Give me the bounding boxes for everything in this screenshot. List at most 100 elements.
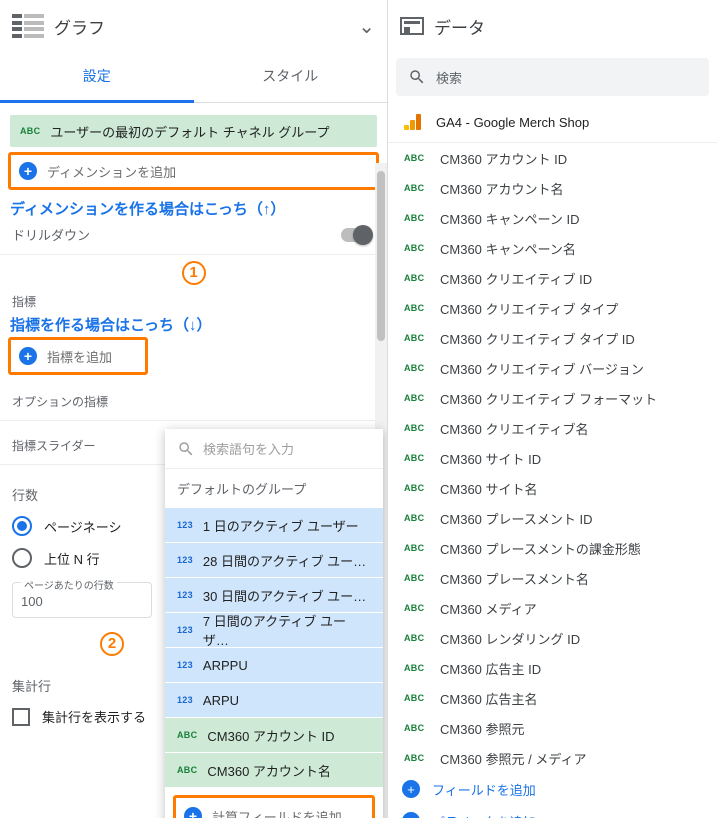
- popup-option[interactable]: 123 30 日間のアクティブ ユー…: [165, 578, 383, 612]
- field-row[interactable]: ABC CM360 クリエイティブ タイプ ID: [388, 323, 717, 353]
- popup-search[interactable]: 検索語句を入力: [165, 429, 383, 469]
- popup-option-label: 7 日間のアクティブ ユーザ…: [203, 611, 371, 649]
- field-name: CM360 クリエイティブ バージョン: [440, 359, 644, 378]
- field-row[interactable]: ABCCM360 キャンペーン名: [388, 233, 717, 263]
- add-calc-field-label: 計算フィールドを追加: [212, 807, 342, 818]
- field-name: CM360 クリエイティブ タイプ ID: [440, 329, 635, 348]
- abc-type-icon: ABC: [404, 153, 430, 163]
- field-row[interactable]: ABCCM360 クリエイティブ ID: [388, 263, 717, 293]
- field-row[interactable]: ABC CM360 プレースメントの課金形態: [388, 533, 717, 563]
- annotation-dimension: ディメンションを作る場合はこっち（↑）: [0, 190, 387, 221]
- popup-option[interactable]: 1237 日間のアクティブ ユーザ…: [165, 613, 383, 647]
- add-field-button[interactable]: +フィールドを追加: [388, 773, 717, 805]
- field-row[interactable]: ABC CM360 キャンペーン ID: [388, 203, 717, 233]
- field-name: CM360 サイト ID: [440, 449, 541, 468]
- datasource-name: GA4 - Google Merch Shop: [436, 115, 589, 130]
- tab-style[interactable]: スタイル: [194, 52, 388, 102]
- data-panel-header: データ: [388, 0, 717, 52]
- field-row[interactable]: ABCCM360 プレースメント名: [388, 563, 717, 593]
- field-row[interactable]: ABC CM360 サイト ID: [388, 443, 717, 473]
- data-search-placeholder: 検索: [436, 68, 462, 87]
- search-icon: [408, 68, 426, 86]
- rows-per-page-field[interactable]: ページあたりの行数 100: [12, 582, 152, 618]
- abc-type-icon: ABC: [404, 543, 430, 553]
- field-row[interactable]: ABCCM360 クリエイティブ タイプ: [388, 293, 717, 323]
- chevron-down-icon[interactable]: ⌄: [358, 14, 375, 39]
- radio-selected-icon: [12, 516, 32, 536]
- abc-type-icon: ABC: [404, 243, 430, 253]
- abc-type-icon: ABC: [177, 730, 197, 740]
- field-row[interactable]: ABCCM360 サイト名: [388, 473, 717, 503]
- field-row[interactable]: ABCCM360 参照元 / メディア: [388, 743, 717, 773]
- plus-icon: +: [19, 347, 37, 365]
- popup-option[interactable]: ABCCM360 アカウント ID: [165, 718, 383, 752]
- number-type-icon: 123: [177, 590, 193, 600]
- add-calc-field-button[interactable]: + 計算フィールドを追加: [176, 798, 372, 818]
- add-metric-button[interactable]: + 指標を追加: [11, 340, 145, 372]
- drilldown-toggle[interactable]: [341, 228, 371, 242]
- annotation-metric: 指標を作る場合はこっち（↓）: [0, 314, 387, 337]
- abc-type-icon: ABC: [404, 213, 430, 223]
- popup-search-placeholder: 検索語句を入力: [203, 439, 294, 458]
- field-row[interactable]: ABCCM360 アカウント名: [388, 173, 717, 203]
- field-name: CM360 メディア: [440, 599, 537, 618]
- popup-option[interactable]: 123 28 日間のアクティブ ユー…: [165, 543, 383, 577]
- field-row[interactable]: ABCCM360 クリエイティブ名: [388, 413, 717, 443]
- metrics-section-label: 指標: [0, 291, 387, 314]
- abc-type-icon: ABC: [404, 633, 430, 643]
- field-row[interactable]: ABCCM360 プレースメント ID: [388, 503, 717, 533]
- field-row[interactable]: ABCCM360 広告主 ID: [388, 653, 717, 683]
- field-name: CM360 プレースメントの課金形態: [440, 539, 641, 558]
- abc-type-icon: ABC: [404, 693, 430, 703]
- dimension-chip[interactable]: ABC ユーザーの最初のデフォルト チャネル グループ: [10, 115, 377, 147]
- plus-icon: +: [184, 807, 202, 818]
- field-row[interactable]: ABCCM360 メディア: [388, 593, 717, 623]
- datasource-row[interactable]: GA4 - Google Merch Shop: [388, 102, 717, 143]
- popup-option-label: ARPPU: [203, 658, 248, 673]
- abc-type-icon: ABC: [404, 453, 430, 463]
- field-name: CM360 アカウント ID: [440, 149, 567, 168]
- plus-icon: +: [402, 780, 420, 798]
- add-dimension-button[interactable]: + ディメンションを追加: [11, 155, 376, 187]
- rows-per-page-label: ページあたりの行数: [21, 581, 117, 592]
- field-row[interactable]: ABC CM360 アカウント ID: [388, 143, 717, 173]
- field-name: CM360 プレースメント名: [440, 569, 589, 588]
- chart-title: グラフ: [54, 14, 358, 39]
- field-row[interactable]: ABCCM360 参照元: [388, 713, 717, 743]
- field-name: CM360 クリエイティブ名: [440, 419, 588, 438]
- field-name: CM360 クリエイティブ タイプ: [440, 299, 618, 318]
- abc-type-icon: ABC: [404, 663, 430, 673]
- abc-type-icon: ABC: [20, 126, 40, 136]
- popup-option-list[interactable]: 1231 日のアクティブ ユーザー 123 28 日間のアクティブ ユー… 123 30…: [165, 508, 383, 787]
- number-type-icon: 123: [177, 555, 193, 565]
- abc-type-icon: ABC: [404, 753, 430, 763]
- rows-per-page-value: 100: [21, 594, 143, 609]
- field-row[interactable]: ABCCM360 クリエイティブ バージョン: [388, 353, 717, 383]
- data-search[interactable]: 検索: [396, 58, 709, 96]
- chart-panel-header: グラフ ⌄: [0, 0, 387, 52]
- add-param-button[interactable]: +パラメータを追加: [388, 805, 717, 818]
- field-row[interactable]: ABCCM360 広告主名: [388, 683, 717, 713]
- drilldown-row: ドリルダウン: [0, 221, 387, 255]
- show-summary-label: 集計行を表示する: [42, 707, 146, 726]
- field-name: CM360 サイト名: [440, 479, 538, 498]
- plus-icon: +: [19, 162, 37, 180]
- field-row[interactable]: ABCCM360 クリエイティブ フォーマット: [388, 383, 717, 413]
- field-name: CM360 参照元: [440, 719, 525, 738]
- popup-option-label: 30 日間のアクティブ ユー…: [203, 586, 366, 605]
- checkbox-icon: [12, 708, 30, 726]
- field-row[interactable]: ABC CM360 レンダリング ID: [388, 623, 717, 653]
- popup-option-label: 28 日間のアクティブ ユー…: [203, 551, 366, 570]
- drilldown-label: ドリルダウン: [12, 225, 90, 244]
- abc-type-icon: ABC: [404, 333, 430, 343]
- popup-option[interactable]: 1231 日のアクティブ ユーザー: [165, 508, 383, 542]
- top-n-label: 上位 N 行: [44, 549, 100, 568]
- tab-settings[interactable]: 設定: [0, 52, 194, 103]
- config-tabs: 設定 スタイル: [0, 52, 387, 103]
- popup-option[interactable]: ABCCM360 アカウント名: [165, 753, 383, 787]
- popup-option[interactable]: 123ARPU: [165, 683, 383, 717]
- field-name: CM360 キャンペーン ID: [440, 209, 579, 228]
- add-dimension-label: ディメンションを追加: [47, 162, 176, 181]
- field-name: CM360 レンダリング ID: [440, 629, 580, 648]
- popup-option[interactable]: 123ARPPU: [165, 648, 383, 682]
